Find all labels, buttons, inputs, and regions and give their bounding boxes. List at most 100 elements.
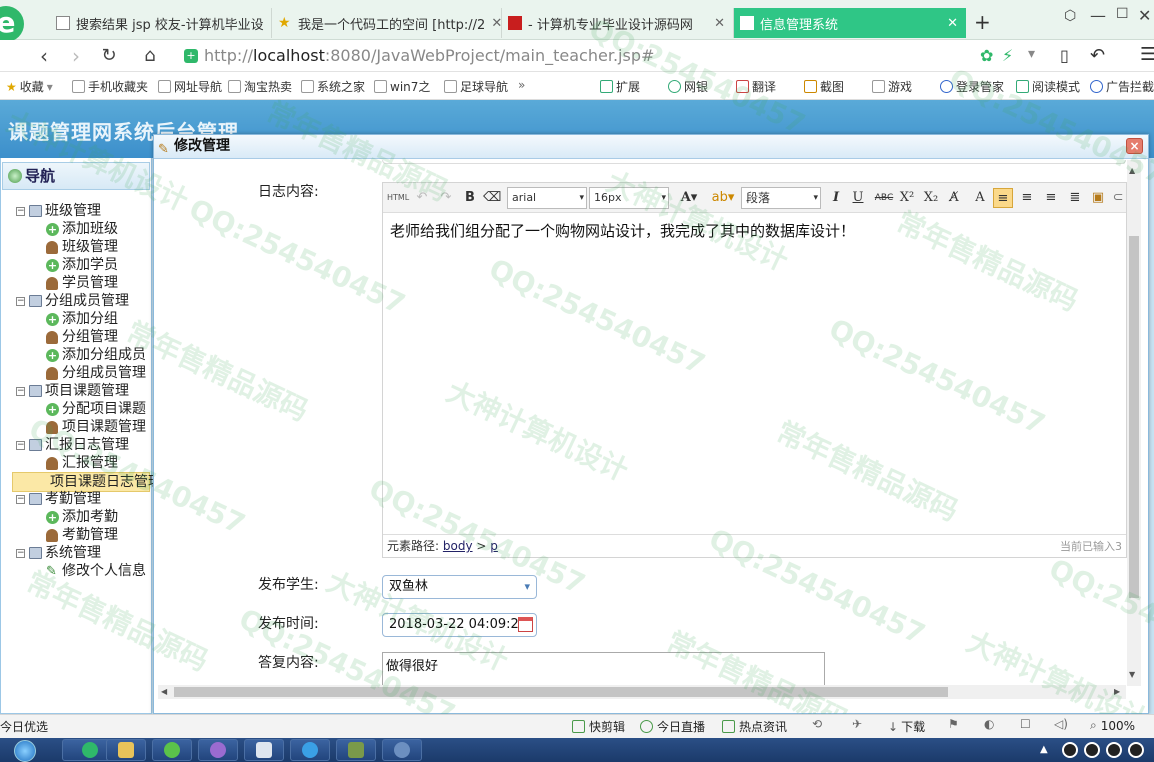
superscript-button[interactable]: X² (897, 188, 917, 208)
editor-content[interactable]: 老师给我们组分配了一个购物网站设计，我完成了其中的数据库设计！ (390, 220, 1090, 241)
history-icon[interactable]: ⟲ (812, 717, 822, 731)
close-tab-icon[interactable]: ✕ (941, 16, 958, 31)
align-left-icon[interactable]: ≡ (993, 188, 1013, 208)
bookmark-item[interactable]: 手机收藏夹 (72, 78, 148, 95)
sound-icon[interactable]: ◁) (1054, 717, 1068, 731)
start-button-icon[interactable] (14, 740, 36, 762)
bookmark-item[interactable]: 网址导航 (158, 78, 222, 95)
tree-item[interactable]: 班级管理 (46, 238, 118, 256)
undo-icon[interactable]: ↶ (1090, 45, 1105, 66)
taskbar-app[interactable] (336, 739, 376, 761)
pin-icon[interactable]: ✈ (852, 717, 862, 731)
redo-icon[interactable]: ↷ (437, 188, 455, 208)
path-p-link[interactable]: p (490, 539, 498, 553)
tree-item[interactable]: 学员管理 (46, 274, 118, 292)
paragraph-format-select[interactable]: 段落 (741, 187, 821, 209)
link-icon[interactable]: ⊂ (1111, 188, 1125, 208)
vertical-scroll-thumb[interactable] (1129, 236, 1139, 598)
taskbar-app[interactable] (290, 739, 330, 761)
format-painter-icon[interactable]: ⌫ (483, 188, 501, 208)
tree-item[interactable]: 分组成员管理 (46, 364, 146, 382)
tray-arrow-icon[interactable]: ▲ (1040, 744, 1048, 755)
tree-item[interactable]: + 添加考勤 (46, 508, 118, 526)
tool-reader[interactable]: 阅读模式 (1016, 78, 1080, 95)
minimize-icon[interactable]: — (1090, 6, 1106, 25)
strikethrough-button[interactable]: ABC (873, 188, 895, 208)
phone-icon[interactable]: ▯ (1060, 46, 1069, 65)
tree-item[interactable]: ✎ 修改个人信息 (46, 562, 146, 580)
collapse-icon[interactable]: − (16, 386, 25, 396)
scroll-left-icon[interactable]: ◀ (161, 687, 167, 696)
tree-item[interactable]: + 添加班级 (46, 220, 118, 238)
reload-icon[interactable]: ↻ (97, 44, 121, 68)
auto-format-button[interactable]: A (971, 188, 989, 208)
bookmark-favorites[interactable]: ★ 收藏 ▾ (6, 78, 53, 95)
tool-screenshot[interactable]: 截图 (804, 78, 844, 95)
calendar-icon[interactable] (518, 617, 533, 632)
close-tab-icon[interactable]: ✕ (264, 16, 271, 31)
tray-qq-icon[interactable] (1106, 742, 1122, 758)
tree-item[interactable]: 分组管理 (46, 328, 118, 346)
collapse-icon[interactable]: − (16, 548, 25, 558)
browser-tab-2[interactable]: ★ 我是一个代码工的空间 [http://2 ✕ (272, 8, 502, 38)
tree-group[interactable]: − 班级管理 (16, 202, 101, 220)
tree-group[interactable]: − 汇报日志管理 (16, 436, 129, 454)
highlight-color-button[interactable]: ab▾ (709, 188, 737, 208)
publish-time-field[interactable]: 2018-03-22 04:09:25 (382, 613, 537, 637)
tool-games[interactable]: 游戏 (872, 78, 912, 95)
window-close-icon[interactable]: ✕ (1138, 6, 1151, 25)
tree-item[interactable]: 考勤管理 (46, 526, 118, 544)
image-icon[interactable]: ▣ (1089, 188, 1107, 208)
taskbar-app[interactable] (382, 739, 422, 761)
cleanup-icon[interactable]: ◐ (984, 717, 994, 731)
home-icon[interactable]: ⌂ (138, 44, 162, 68)
tree-item[interactable]: 汇报管理 (46, 454, 118, 472)
scroll-down-icon[interactable]: ▼ (1129, 670, 1135, 679)
tree-item[interactable]: + 添加分组 (46, 310, 118, 328)
tree-item[interactable]: 项目课题日志管理 (12, 472, 162, 492)
browser-tab-3[interactable]: - 计算机专业毕业设计源码网 ✕ (502, 8, 734, 38)
taskbar-explorer[interactable] (106, 739, 146, 761)
clear-format-button[interactable]: A̸ (945, 188, 963, 208)
tree-item[interactable]: + 添加学员 (46, 256, 118, 274)
taskbar-app[interactable] (198, 739, 238, 761)
compat-icon[interactable]: ✿ (980, 46, 993, 65)
tool-adblock[interactable]: 广告拦截 (1090, 78, 1154, 95)
tray-qq-icon[interactable] (1084, 742, 1100, 758)
align-right-icon[interactable]: ≡ (1017, 188, 1037, 208)
taskbar-app[interactable] (244, 739, 284, 761)
bookmarks-more[interactable]: » (518, 78, 525, 92)
zoom-control[interactable]: ⌕ 100% (1090, 718, 1135, 733)
italic-button[interactable]: I (827, 188, 845, 208)
collapse-icon[interactable]: − (16, 206, 25, 216)
scroll-right-icon[interactable]: ▶ (1114, 687, 1120, 696)
bookmark-item[interactable]: 系统之家 (301, 78, 365, 95)
undo-icon[interactable]: ↶ (413, 188, 431, 208)
back-icon[interactable]: ‹ (32, 44, 56, 68)
bookmark-item[interactable]: win7之 (374, 78, 430, 95)
collapse-icon[interactable]: − (16, 440, 25, 450)
close-tab-icon[interactable]: ✕ (708, 16, 725, 31)
tree-group[interactable]: − 系统管理 (16, 544, 101, 562)
reply-textarea[interactable]: 做得很好 (382, 652, 825, 686)
flag-icon[interactable]: ⚑ (948, 717, 959, 731)
status-item[interactable]: ↓ 下载 (888, 718, 925, 735)
tool-login[interactable]: 登录管家 (940, 78, 1004, 95)
bold-button[interactable]: B (461, 188, 479, 208)
menu-icon[interactable]: ☰ (1140, 44, 1154, 65)
tray-qq-icon[interactable] (1062, 742, 1078, 758)
path-body-link[interactable]: body (443, 539, 473, 553)
dropdown-icon[interactable]: ▾ (1028, 46, 1035, 62)
close-tab-icon[interactable]: ✕ (485, 16, 501, 31)
horizontal-scroll-thumb[interactable] (174, 687, 948, 697)
bookmark-item[interactable]: 足球导航 (444, 78, 508, 95)
collapse-icon[interactable]: − (16, 296, 25, 306)
font-family-select[interactable]: arial (507, 187, 587, 209)
tree-item[interactable]: + 分配项目课题 (46, 400, 146, 418)
window-icon[interactable]: ☐ (1020, 717, 1031, 731)
html-source-button[interactable]: HTML (387, 188, 409, 208)
align-justify-icon[interactable]: ≣ (1065, 188, 1085, 208)
tree-group[interactable]: − 考勤管理 (16, 490, 101, 508)
skin-icon[interactable]: ⬡ (1064, 8, 1076, 24)
tree-group[interactable]: − 项目课题管理 (16, 382, 129, 400)
